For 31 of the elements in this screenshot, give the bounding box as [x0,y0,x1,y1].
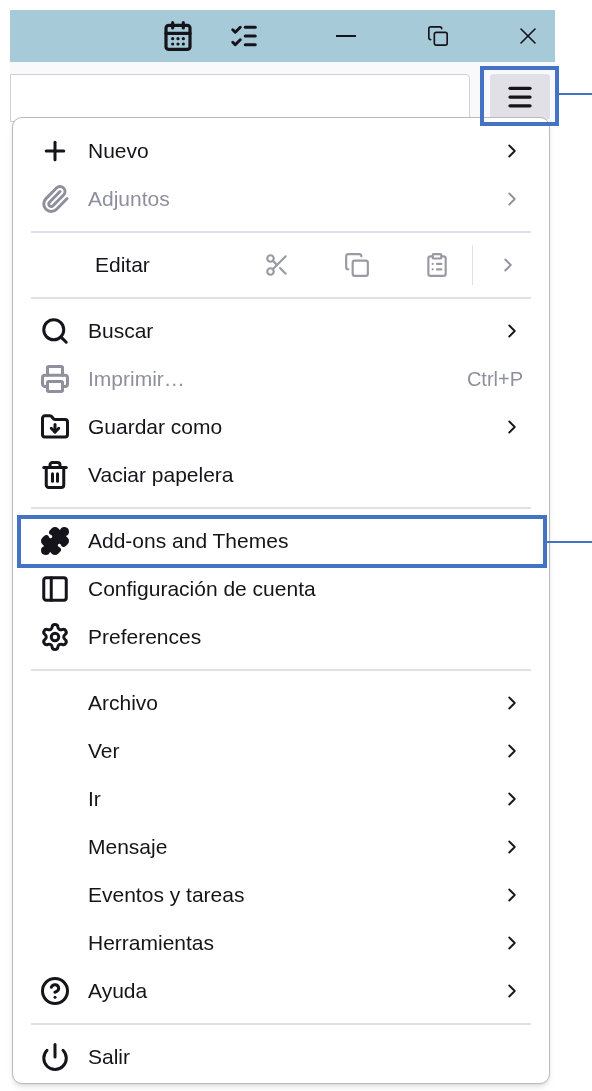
help-icon [40,976,70,1006]
menu-item[interactable]: Preferences [13,613,549,661]
trash-icon [40,460,70,490]
menu-label: Editar [95,252,151,279]
menu-item[interactable]: Guardar como [13,403,549,451]
menu-item[interactable]: Vaciar papelera [13,451,549,499]
leader-line [559,93,592,95]
menu-item[interactable]: Configuración de cuenta [13,565,549,613]
settings-icon [40,622,70,652]
folder-download-icon [40,412,70,442]
account-panel-icon [40,574,70,604]
restore-icon [427,25,449,47]
printer-icon [40,364,70,394]
power-icon [40,1042,70,1072]
menu-item[interactable]: Salir [13,1033,549,1081]
leader-line [547,541,592,543]
search-icon [40,316,70,346]
menu-item[interactable]: Ir [13,775,549,823]
menu-item[interactable]: Buscar [13,307,549,355]
menu-item[interactable]: Ver [13,727,549,775]
menu-item[interactable]: Ayuda [13,967,549,1015]
menu-item[interactable]: Nuevo [13,127,549,175]
menu-item[interactable]: Mensaje [13,823,549,871]
menu-item[interactable]: Herramientas [13,919,549,967]
menu-item[interactable]: Archivo [13,679,549,727]
minimize-icon [336,35,356,37]
search-field[interactable] [10,74,470,122]
menu-button[interactable] [490,74,550,120]
menu-item[interactable]: Eventos y tareas [13,871,549,919]
menu-item[interactable]: Add-ons and Themes [13,517,549,565]
paperclip-icon [40,184,70,214]
